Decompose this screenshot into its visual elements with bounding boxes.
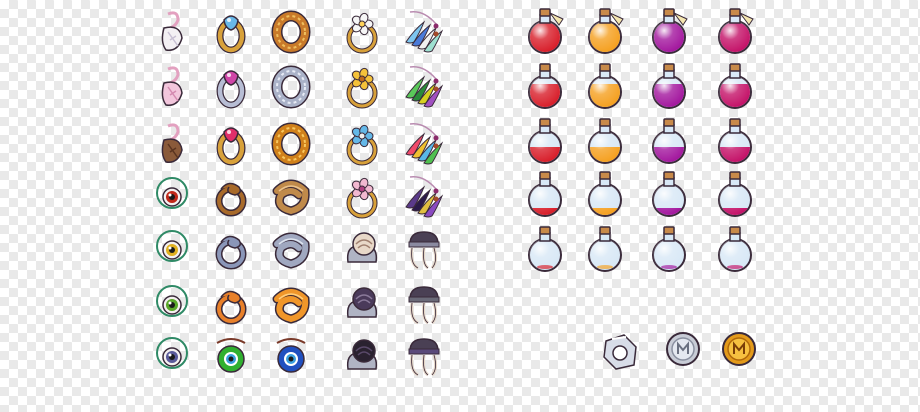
potion-1-level-3 — [528, 118, 562, 164]
potion-4-level-5 — [718, 226, 752, 272]
silver-twisted-ring — [215, 235, 247, 270]
dark-hat-ornament — [408, 286, 440, 325]
silver-coin — [666, 332, 700, 366]
blue-flower-medallion — [346, 124, 378, 166]
pink-feather-charm — [161, 66, 183, 106]
blue-eye-amulet — [156, 337, 188, 369]
red-eye-amulet — [156, 177, 188, 209]
blue-feather-pendant — [405, 11, 444, 53]
blue-evil-eye-charm — [276, 338, 306, 373]
purple-feather-pendant — [405, 176, 444, 218]
silver-band — [271, 65, 311, 109]
black-rose-brooch — [346, 339, 378, 370]
dark-rose-brooch — [346, 287, 378, 318]
brown-feather-charm — [161, 123, 183, 163]
green-feather-pendant — [405, 66, 444, 108]
white-flower-medallion — [346, 12, 378, 54]
potion-2-level-2 — [588, 63, 622, 109]
purple-hat-ornament — [408, 338, 440, 377]
gray-hat-ornament — [408, 231, 440, 270]
potion-4-level-1 — [718, 8, 754, 54]
potion-1-level-2 — [528, 63, 562, 109]
green-eye-amulet — [156, 285, 188, 317]
potion-2-level-1 — [588, 8, 624, 54]
yellow-eye-amulet — [156, 230, 188, 262]
green-evil-eye-charm — [216, 338, 246, 373]
orange-twisted-ring — [215, 290, 247, 325]
pink-flower-medallion — [346, 177, 378, 219]
potion-1-level-1 — [528, 8, 564, 54]
potion-4-level-2 — [718, 63, 752, 109]
shell-brooch — [346, 232, 378, 263]
pink-heart-silver-ring — [216, 70, 246, 109]
gold-coin — [722, 332, 756, 366]
pink-heart-gold-ring — [216, 127, 246, 166]
potion-3-level-2 — [652, 63, 686, 109]
bronze-coiled-band — [272, 179, 310, 216]
blue-gem-gold-ring — [216, 15, 246, 54]
bronze-twisted-ring — [215, 182, 247, 217]
potion-4-level-3 — [718, 118, 752, 164]
orange-coiled-band — [272, 287, 310, 324]
silver-gem-ring — [603, 334, 637, 370]
potion-3-level-5 — [652, 226, 686, 272]
sprite-canvas — [156, 8, 756, 377]
gold-band — [271, 10, 311, 54]
potion-1-level-5 — [528, 226, 562, 272]
gold-ornate-band — [271, 122, 311, 166]
white-feather-charm — [161, 11, 183, 51]
potion-2-level-3 — [588, 118, 622, 164]
silver-coiled-band — [272, 232, 310, 269]
gold-flower-medallion — [346, 67, 378, 109]
multicolor-feather-pendant — [405, 123, 444, 165]
sprite-sheet — [0, 0, 920, 412]
potion-2-level-5 — [588, 226, 622, 272]
potion-3-level-3 — [652, 118, 686, 164]
potion-3-level-1 — [652, 8, 688, 54]
